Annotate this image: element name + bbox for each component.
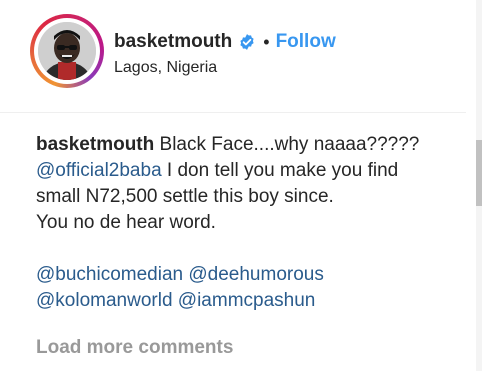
caption-text-2: I don tell you make you find: [161, 160, 399, 181]
caption-line-1: basketmouth Black Face....why naaaa?????: [36, 132, 456, 158]
caption-text-1: Black Face....why naaaa?????: [154, 134, 420, 155]
caption-mentions-2: @kolomanworld @iammcpashun: [36, 288, 456, 314]
avatar-illustration: [38, 22, 96, 80]
load-more-comments-button[interactable]: Load more comments: [36, 337, 233, 359]
username-row: basketmouth • Follow: [114, 29, 336, 55]
scrollbar-thumb[interactable]: [476, 140, 482, 206]
mention-link[interactable]: @deehumorous: [188, 264, 323, 285]
mention-link[interactable]: @official2baba: [36, 160, 162, 181]
follow-button[interactable]: Follow: [276, 31, 336, 53]
avatar[interactable]: [38, 22, 96, 80]
caption: basketmouth Black Face....why naaaa?????…: [36, 132, 456, 314]
caption-line-3: small N72,500 settle this boy since.: [36, 186, 334, 207]
mention-link[interactable]: @iammcpashun: [178, 290, 316, 311]
post-username[interactable]: basketmouth: [114, 31, 232, 53]
caption-line-2: @official2baba I don tell you make you f…: [36, 158, 456, 184]
caption-username[interactable]: basketmouth: [36, 134, 154, 155]
separator-dot: •: [263, 31, 270, 52]
caption-line-4: You no de hear word.: [36, 212, 216, 233]
caption-mentions-1: @buchicomedian @deehumorous: [36, 262, 456, 288]
post-header: basketmouth • Follow Lagos, Nigeria: [0, 0, 466, 113]
mention-link[interactable]: @buchicomedian: [36, 264, 183, 285]
verified-badge-icon: [238, 33, 256, 51]
post-location[interactable]: Lagos, Nigeria: [114, 59, 217, 77]
avatar-frame: [34, 18, 100, 84]
mention-link[interactable]: @kolomanworld: [36, 290, 173, 311]
story-ring[interactable]: [30, 14, 104, 88]
